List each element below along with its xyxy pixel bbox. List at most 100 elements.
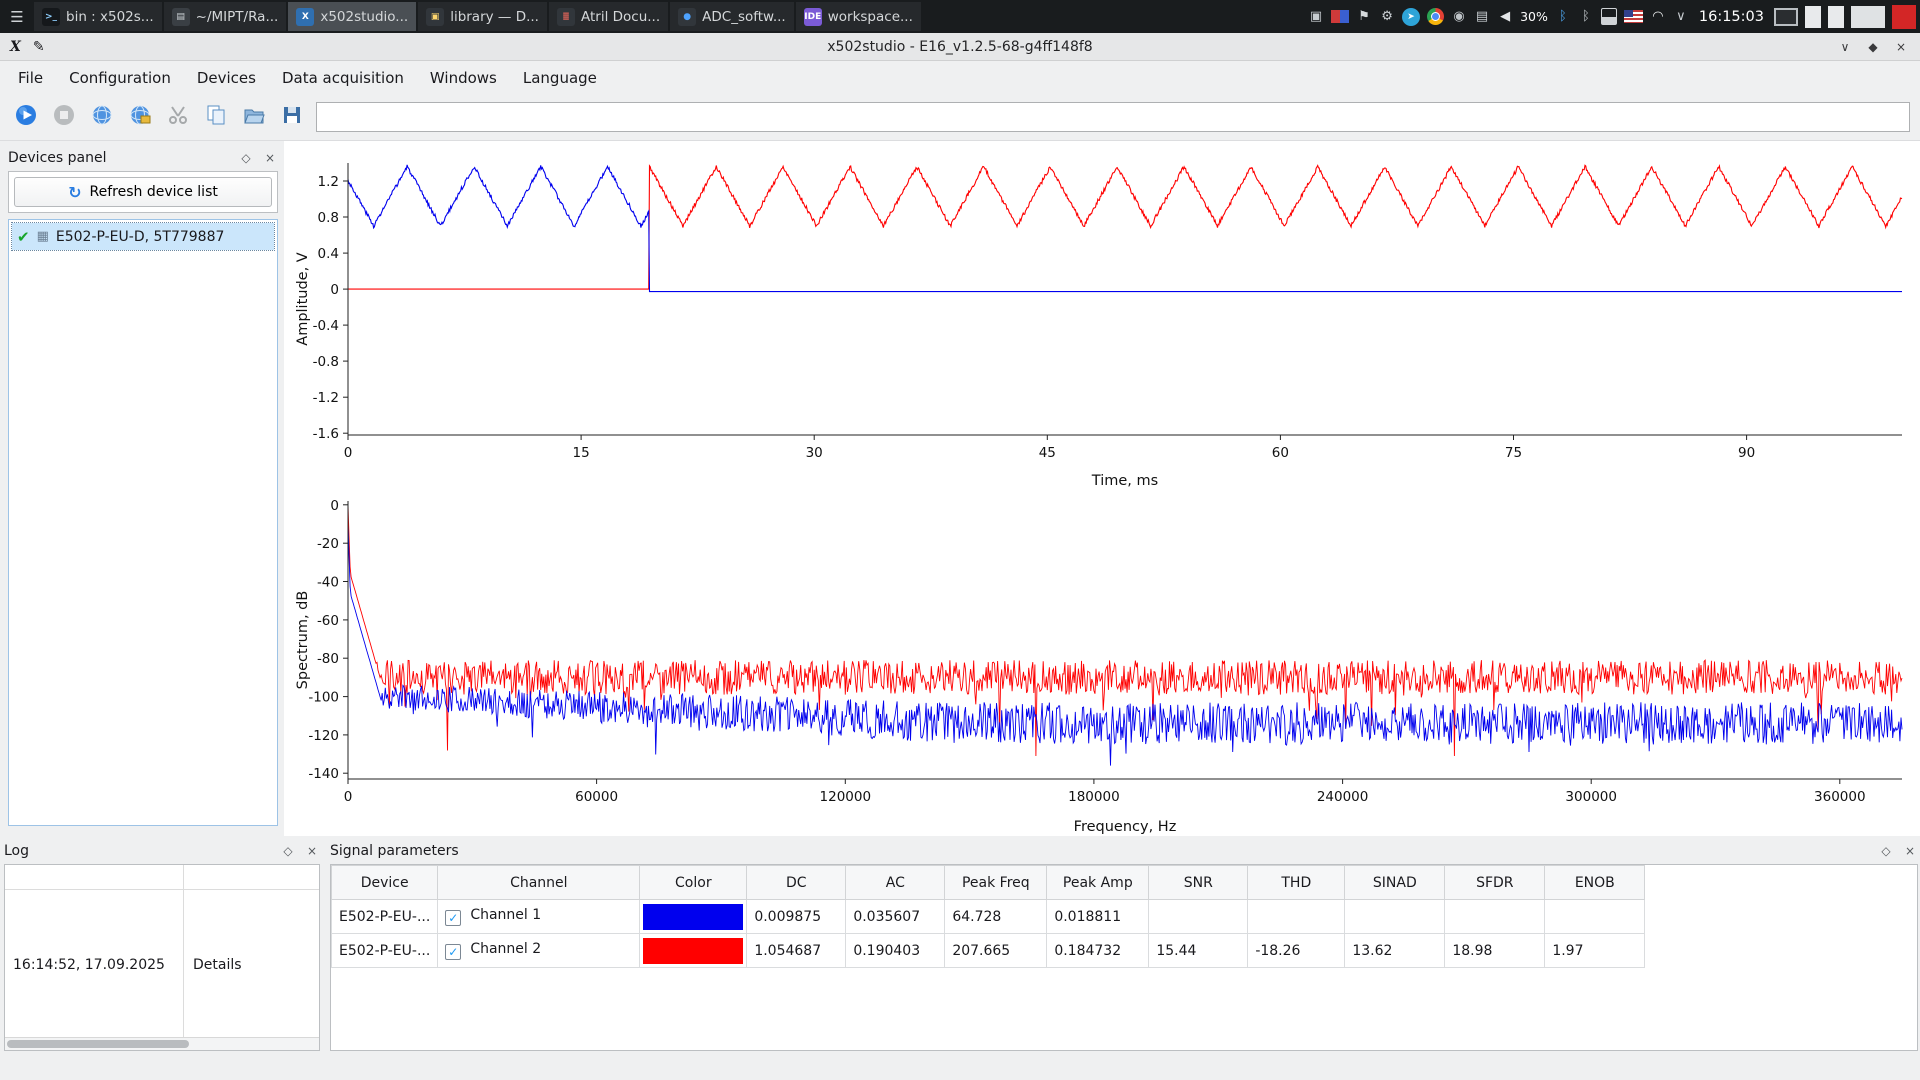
close-panel-icon[interactable]: ×: [304, 844, 320, 858]
taskbar-app-adc-softw[interactable]: ●ADC_softw...: [670, 2, 794, 31]
window-slot-icon[interactable]: [1805, 6, 1821, 28]
close-button[interactable]: ×: [1890, 37, 1912, 57]
refresh-container: ↻ Refresh device list: [8, 171, 278, 213]
taskbar-app-bin-x502s[interactable]: >_bin : x502s...: [34, 2, 162, 31]
cell-color[interactable]: [640, 900, 747, 934]
chrome-icon[interactable]: [1427, 8, 1444, 25]
float-panel-icon[interactable]: ◇: [238, 151, 254, 165]
window-slot2-icon[interactable]: [1828, 6, 1844, 28]
svg-text:-1.6: -1.6: [313, 426, 339, 442]
toolbar: [0, 94, 1920, 141]
svg-text:-60: -60: [317, 613, 339, 629]
telegram-icon[interactable]: ➤: [1402, 8, 1420, 26]
power-button[interactable]: [1892, 5, 1916, 29]
log-table[interactable]: 16:14:52, 17.09.2025 Details: [4, 864, 320, 1051]
device-tree-item[interactable]: ✔ ▦ E502-P-EU-D, 5T779887: [12, 223, 274, 250]
color-swatch[interactable]: [643, 904, 743, 930]
signal-col-snr[interactable]: SNR: [1149, 866, 1248, 900]
log-scrollbar-thumb[interactable]: [7, 1040, 189, 1048]
toolbar-path-input[interactable]: [316, 102, 1910, 132]
app-launcher-icon[interactable]: ☰: [4, 4, 30, 30]
network-connect-button[interactable]: [124, 101, 156, 133]
amplitude-time-chart[interactable]: 01530456075901.20.80.40-0.4-0.8-1.2-1.6T…: [286, 153, 1918, 493]
save-file-button[interactable]: [276, 101, 308, 133]
signal-col-device[interactable]: Device: [332, 866, 438, 900]
signal-col-channel[interactable]: Channel: [438, 866, 640, 900]
signal-col-ac[interactable]: AC: [846, 866, 945, 900]
log-entry-details[interactable]: Details: [193, 957, 242, 973]
start-acquisition-button[interactable]: [10, 101, 42, 133]
cell-peak-freq: 207.665: [945, 934, 1047, 968]
stop-sphere-icon: [52, 103, 76, 131]
notification-icon[interactable]: ⚑: [1356, 7, 1372, 27]
bluetooth-icon[interactable]: ᛒ: [1555, 7, 1571, 27]
menu-language[interactable]: Language: [513, 64, 607, 92]
screenshot-icon[interactable]: ▣: [1308, 7, 1324, 27]
open-folder-icon: [242, 103, 266, 131]
keyboard-layout-flag-icon[interactable]: [1331, 10, 1349, 23]
log-horizontal-scrollbar[interactable]: [5, 1037, 319, 1050]
settings-gear-icon[interactable]: ⚙: [1379, 7, 1395, 27]
copy-data-button[interactable]: [200, 101, 232, 133]
signal-col-thd[interactable]: THD: [1248, 866, 1345, 900]
wifi-icon[interactable]: ◠: [1650, 7, 1666, 27]
camera-icon[interactable]: ◉: [1451, 7, 1467, 27]
spectrum-chart[interactable]: 0600001200001800002400003000003600000-20…: [286, 493, 1918, 839]
cell-color[interactable]: [640, 934, 747, 968]
open-file-button[interactable]: [238, 101, 270, 133]
menu-windows[interactable]: Windows: [420, 64, 507, 92]
taskbar-app-library-d[interactable]: ▣library — D...: [418, 2, 547, 31]
taskbar-clock[interactable]: 16:15:03: [1693, 9, 1770, 25]
svg-text:-20: -20: [317, 536, 339, 552]
browser-icon: ●: [678, 8, 696, 26]
maximize-button[interactable]: ◆: [1862, 37, 1884, 57]
taskbar-app-x502studio[interactable]: Xx502studio...: [288, 2, 416, 31]
taskbar-app-mipt-ra[interactable]: ▤~/MIPT/Ra...: [164, 2, 287, 31]
close-panel-icon[interactable]: ×: [1902, 844, 1918, 858]
stop-acquisition-button[interactable]: [48, 101, 80, 133]
pin-icon[interactable]: ✎: [33, 39, 45, 55]
desktop-pager[interactable]: [1851, 6, 1885, 28]
network-settings-button[interactable]: [86, 101, 118, 133]
refresh-icon: ↻: [68, 183, 81, 202]
channel-checkbox[interactable]: ✓: [445, 910, 461, 926]
float-panel-icon[interactable]: ◇: [280, 844, 296, 858]
signal-col-color[interactable]: Color: [640, 866, 747, 900]
display-switch-icon[interactable]: [1774, 8, 1798, 26]
us-flag-icon[interactable]: [1624, 10, 1643, 23]
window-controls: ∨ ◆ ×: [1834, 37, 1920, 57]
menu-configuration[interactable]: Configuration: [59, 64, 181, 92]
taskbar-apps: >_bin : x502s...▤~/MIPT/Ra...Xx502studio…: [34, 2, 921, 31]
taskbar-app-atril-docu[interactable]: ≣Atril Docu...: [549, 2, 668, 31]
close-panel-icon[interactable]: ×: [262, 151, 278, 165]
taskbar-app-label: Atril Docu...: [581, 9, 660, 25]
float-panel-icon[interactable]: ◇: [1878, 844, 1894, 858]
signal-col-dc[interactable]: DC: [747, 866, 846, 900]
color-swatch[interactable]: [643, 938, 743, 964]
menu-file[interactable]: File: [8, 64, 53, 92]
taskbar-app-label: ~/MIPT/Ra...: [196, 9, 279, 25]
battery-percent-label[interactable]: 30%: [1520, 7, 1548, 27]
minimize-button[interactable]: ∨: [1834, 37, 1856, 57]
channel-checkbox[interactable]: ✓: [445, 944, 461, 960]
menu-data-acquisition[interactable]: Data acquisition: [272, 64, 414, 92]
cell-device: E502-P-EU-...: [332, 934, 438, 968]
volume-icon[interactable]: ◀: [1497, 7, 1513, 27]
cell-enob: [1545, 900, 1645, 934]
signal-col-peak-freq[interactable]: Peak Freq: [945, 866, 1047, 900]
signal-col-peak-amp[interactable]: Peak Amp: [1047, 866, 1149, 900]
signal-col-sfdr[interactable]: SFDR: [1445, 866, 1545, 900]
signal-col-sinad[interactable]: SINAD: [1345, 866, 1445, 900]
clipboard-icon[interactable]: ▤: [1474, 7, 1490, 27]
taskbar-app-workspace[interactable]: IDEworkspace...: [796, 2, 921, 31]
signal-col-enob[interactable]: ENOB: [1545, 866, 1645, 900]
tray-chevron-icon[interactable]: ∨: [1673, 7, 1689, 27]
bluetooth-alt-icon[interactable]: ᛒ: [1578, 7, 1594, 27]
battery-icon[interactable]: [1601, 8, 1617, 25]
menu-devices[interactable]: Devices: [187, 64, 266, 92]
svg-text:-80: -80: [317, 651, 339, 667]
device-tree[interactable]: ✔ ▦ E502-P-EU-D, 5T779887: [8, 219, 278, 826]
svg-text:120000: 120000: [820, 789, 872, 805]
disconnect-button[interactable]: [162, 101, 194, 133]
refresh-device-list-button[interactable]: ↻ Refresh device list: [14, 177, 272, 207]
